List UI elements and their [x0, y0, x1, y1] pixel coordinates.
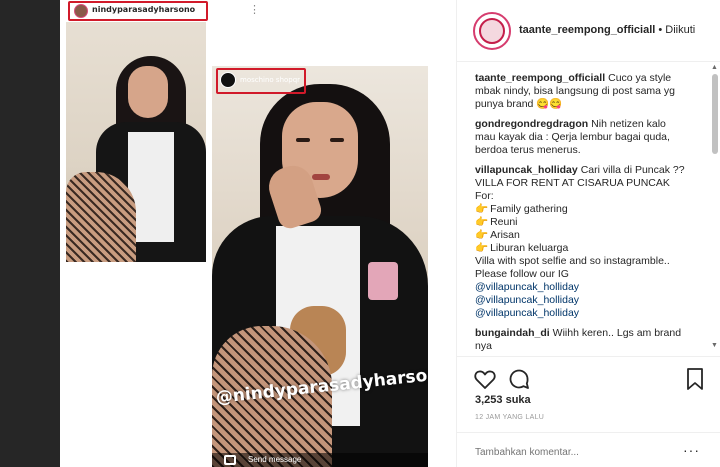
comment-text: berdoa terus menerus.	[475, 144, 581, 156]
post-timestamp: 12 JAM YANG LALU	[475, 414, 545, 421]
comment-bullet: 👉 Arisan	[475, 229, 697, 242]
bullet-text: Family gathering	[490, 203, 568, 215]
comment-username[interactable]: gondregondregdragon	[475, 118, 588, 130]
story-screenshot-background: nindyparasadyharsono ⋮	[66, 0, 266, 268]
comment-bullet: 👉 Reuni	[475, 216, 697, 229]
mention-link[interactable]: @villapuncak_holliday	[475, 294, 697, 307]
send-message-label: Send message	[248, 455, 302, 464]
mention-link[interactable]: @villapuncak_holliday	[475, 307, 697, 320]
pointing-hand-icon: 👉	[475, 216, 489, 228]
comment-bullet: 👉 Liburan keluarga	[475, 242, 697, 255]
like-count[interactable]: 3,253 suka	[475, 394, 531, 406]
face-shape	[128, 66, 168, 118]
heart-icon[interactable]	[473, 367, 497, 391]
post-sidebar: taante_reempong_officiall • Diikuti taan…	[456, 0, 720, 467]
comment-text: Cuco ya style	[608, 72, 672, 84]
scroll-up-arrow-icon[interactable]: ▲	[711, 64, 718, 71]
avatar-ring[interactable]	[473, 12, 511, 50]
patch-shape	[368, 262, 398, 300]
post-image[interactable]: nindyparasadyharsono ⋮ moschino shopqr @…	[60, 0, 456, 467]
comment-item: bungaindah_di Wiihh keren.. Lgs am brand …	[475, 327, 697, 352]
comment-username[interactable]: bungaindah_di	[475, 327, 550, 339]
comment-text: mau kayak dia : Qerja lembur bagai quda,	[475, 131, 670, 143]
comment-text: For:	[475, 190, 494, 202]
comment-item: gondregondregdragon Nih netizen kalo mau …	[475, 118, 697, 157]
comment-item: taante_reempong_officiall Cuco ya style m…	[475, 72, 697, 111]
avatar[interactable]	[479, 18, 505, 44]
bullet-text: Reuni	[490, 216, 518, 228]
comment-text: nya	[475, 340, 492, 352]
story-screenshot-foreground: moschino shopqr @nindyparasadyharsono Se…	[212, 66, 428, 467]
comment-username[interactable]: villapuncak_holliday	[475, 164, 578, 176]
bookmark-icon[interactable]	[685, 367, 705, 391]
comment-username[interactable]: taante_reempong_officiall	[475, 72, 605, 84]
comment-text: Please follow our IG	[475, 268, 569, 280]
pointing-hand-icon: 👉	[475, 203, 489, 215]
comment-icon[interactable]	[507, 367, 531, 391]
bullet-text: Arisan	[490, 229, 520, 241]
comment-list: taante_reempong_officiall Cuco ya style m…	[457, 62, 709, 352]
pointing-hand-icon: 👉	[475, 229, 489, 241]
story2-footer: Send message	[212, 453, 428, 467]
comment-text: Cari villa di Puncak ??	[580, 164, 685, 176]
comment-bullet: 👉 Family gathering	[475, 203, 697, 216]
red-highlight-box	[68, 1, 208, 21]
lips-shape	[312, 174, 330, 180]
comment-text: punya brand 😋😋	[475, 98, 563, 110]
story1-bottom-strip	[66, 262, 206, 268]
eye-shape	[330, 138, 344, 142]
pointing-hand-icon: 👉	[475, 242, 489, 254]
comment-text: Nih netizen kalo	[591, 118, 666, 130]
comment-text: mbak nindy, bisa langsung di post sama y…	[475, 85, 676, 97]
comment-text: VILLA FOR RENT AT CISARUA PUNCAK	[475, 177, 670, 189]
camera-icon	[224, 455, 236, 465]
follow-status[interactable]: Diikuti	[665, 24, 695, 36]
red-highlight-box	[216, 68, 306, 94]
comments-scrollbar[interactable]: ▲ ▼	[711, 62, 719, 352]
header-text: taante_reempong_officiall • Diikuti	[519, 24, 695, 36]
bullet-text: Liburan keluarga	[490, 242, 569, 254]
header-username[interactable]: taante_reempong_officiall	[519, 24, 655, 36]
comment-item: villapuncak_holliday Cari villa di Puncak…	[475, 164, 697, 320]
scroll-down-arrow-icon[interactable]: ▼	[711, 342, 718, 349]
more-icon: ⋮	[249, 4, 260, 16]
scroll-thumb[interactable]	[712, 74, 718, 154]
action-bar	[457, 356, 720, 390]
comment-text: Wiihh keren.. Lgs am brand	[552, 327, 682, 339]
story2-photo	[212, 66, 428, 467]
comment-text: Villa with spot selfie and so instagramb…	[475, 255, 670, 267]
backdrop-left	[0, 0, 60, 467]
story1-photo	[66, 22, 206, 267]
header-separator: •	[655, 24, 666, 36]
legs-shape	[66, 172, 136, 262]
comment-input[interactable]	[475, 445, 675, 459]
mention-link[interactable]: @villapuncak_holliday	[475, 281, 697, 294]
more-options-icon[interactable]: ···	[683, 442, 700, 458]
eye-shape	[296, 138, 310, 142]
add-comment-bar: ···	[457, 432, 720, 467]
post-header: taante_reempong_officiall • Diikuti	[457, 0, 720, 62]
